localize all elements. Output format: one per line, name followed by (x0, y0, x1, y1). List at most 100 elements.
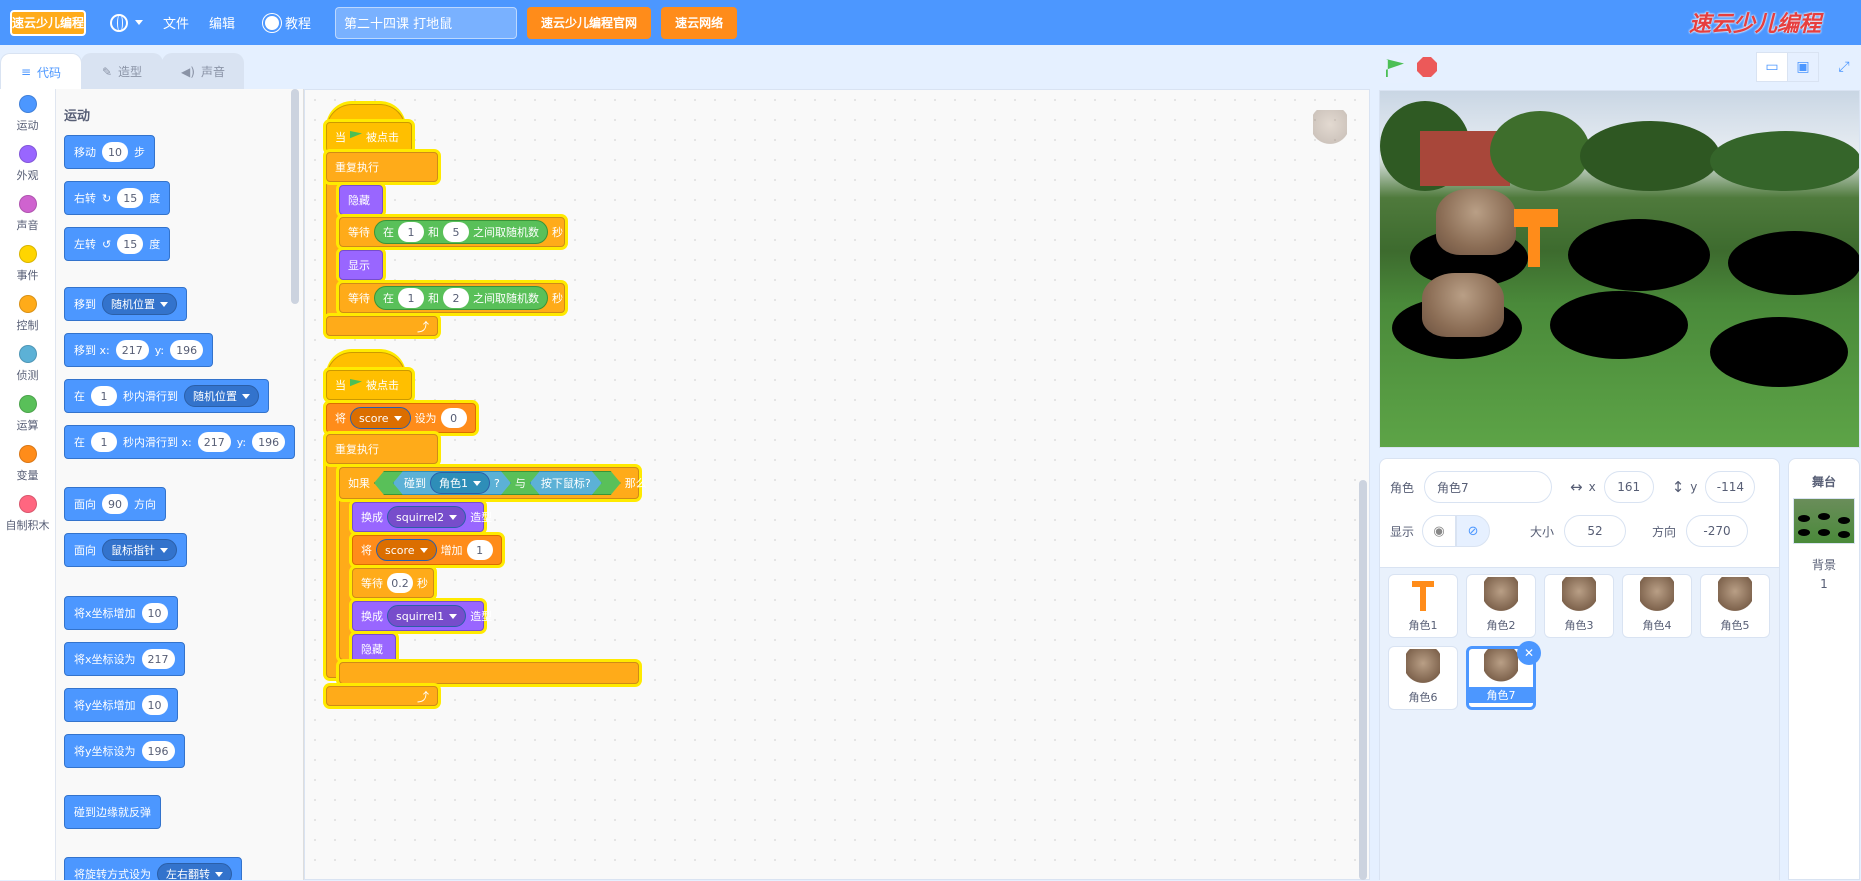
wait-random-block-1[interactable]: 等待在 1 和 5 之间取随机数秒 (339, 217, 565, 247)
forever-block-2[interactable]: 重复执行 (326, 434, 438, 464)
rotation-style-block[interactable]: 将旋转方式设为 左右翻转 (64, 857, 242, 880)
point-towards-block[interactable]: 面向 鼠标指针 (64, 533, 187, 567)
block-input[interactable]: 0.2 (387, 573, 413, 593)
category-variables[interactable]: 变量 (0, 439, 55, 489)
set-variable-block[interactable]: 将 score 设为 0 (326, 403, 476, 433)
block-input[interactable]: 10 (102, 142, 128, 162)
tab-costumes[interactable]: ✎ 造型 (81, 53, 163, 89)
random-operator[interactable]: 在 1 和 2 之间取随机数 (374, 286, 548, 310)
x-input[interactable]: 161 (1603, 471, 1654, 503)
goto-xy-block[interactable]: 移到 x: 217 y: 196 (64, 333, 214, 367)
tutorials-menu[interactable]: 教程 (255, 0, 321, 45)
wait-block[interactable]: 等待 0.2 秒 (352, 568, 434, 598)
random-operator[interactable]: 在 1 和 5 之间取随机数 (374, 220, 548, 244)
block-input[interactable]: 217 (115, 340, 149, 360)
block-input[interactable]: 1 (91, 386, 117, 406)
project-title-input[interactable]: 第二十四课 打地鼠 (335, 6, 518, 39)
squirrel-sprite[interactable] (1436, 189, 1516, 255)
wait-random-block-2[interactable]: 等待在 1 和 2 之间取随机数秒 (339, 283, 565, 313)
block-dropdown[interactable]: 随机位置 (102, 293, 177, 315)
move-steps-block[interactable]: 移动 10 步 (64, 135, 155, 169)
large-stage-button[interactable]: ▣ (1787, 52, 1819, 82)
block-input[interactable]: 10 (141, 603, 168, 623)
glide-block[interactable]: 在 1 秒内滑行到 随机位置 (64, 379, 269, 413)
category-my-blocks[interactable]: 自制积木 (0, 489, 55, 539)
block-input[interactable]: 1 (398, 288, 424, 308)
file-menu[interactable]: 文件 (153, 0, 199, 45)
point-direction-block[interactable]: 面向 90 方向 (64, 487, 166, 521)
block-input[interactable]: 90 (102, 494, 128, 514)
category-sound[interactable]: 声音 (0, 189, 55, 239)
when-flag-clicked-block[interactable]: 当 被点击 (326, 122, 412, 152)
fullscreen-button[interactable]: ⤢ (1828, 52, 1860, 82)
hide-block-2[interactable]: 隐藏 (352, 634, 396, 664)
code-workspace[interactable]: 当被点击 重复执行 隐藏 等待在 1 和 5 之间取随机数秒 显示 等待在 1 和 2 之间取随… (304, 89, 1370, 880)
set-x-block[interactable]: 将x坐标设为 217 (64, 642, 185, 676)
palette-scrollbar[interactable] (291, 89, 299, 304)
variable-dropdown[interactable]: score (376, 539, 437, 561)
sprite-tile[interactable]: 角色1 (1388, 574, 1458, 638)
show-hidden-toggle[interactable]: ⊘ (1456, 515, 1491, 547)
when-flag-clicked-block-2[interactable]: 当 被点击 (326, 370, 412, 400)
official-site-button[interactable]: 速云少儿编程官网 (527, 6, 652, 39)
glide-xy-block[interactable]: 在 1 秒内滑行到 x: 217 y: 196 (64, 425, 296, 459)
sprite-tile-selected[interactable]: 角色7 ✕ (1466, 641, 1541, 710)
bounce-block[interactable]: 碰到边缘就反弹 (64, 795, 161, 829)
hide-block[interactable]: 隐藏 (339, 185, 383, 215)
edit-menu[interactable]: 编辑 (199, 0, 245, 45)
block-input[interactable]: 1 (466, 540, 493, 560)
category-sensing[interactable]: 侦测 (0, 339, 55, 389)
touching-sprite-sensor[interactable]: 碰到 角色1? (393, 471, 511, 495)
size-input[interactable]: 52 (1564, 515, 1627, 547)
block-input[interactable]: 15 (117, 234, 144, 254)
block-input[interactable]: 10 (141, 695, 168, 715)
forever-block[interactable]: 重复执行 (326, 152, 438, 182)
direction-input[interactable]: -270 (1686, 515, 1749, 547)
and-operator[interactable]: 碰到 角色1? 与按下鼠标? (374, 471, 621, 495)
change-variable-block[interactable]: 将 score 增加 1 (352, 535, 502, 565)
change-y-block[interactable]: 将y坐标增加 10 (64, 688, 178, 722)
category-control[interactable]: 控制 (0, 289, 55, 339)
tab-code[interactable]: ≡ 代码 (0, 53, 82, 90)
sprite-tile[interactable]: 角色6 (1388, 646, 1458, 710)
category-looks[interactable]: 外观 (0, 139, 55, 189)
turn-right-block[interactable]: 右转 ↻ 15 度 (64, 181, 171, 215)
turn-left-block[interactable]: 左转 ↺ 15 度 (64, 227, 171, 261)
block-input[interactable]: 15 (117, 188, 144, 208)
stage-canvas[interactable] (1379, 90, 1860, 448)
sprite-name-input[interactable]: 角色7 (1424, 471, 1553, 503)
backdrop-thumbnail[interactable] (1793, 498, 1855, 544)
y-input[interactable]: -114 (1705, 471, 1756, 503)
workspace-scrollbar[interactable] (1359, 480, 1367, 880)
costume-dropdown[interactable]: squirrel2 (387, 506, 467, 528)
switch-costume-block-2[interactable]: 换成 squirrel1 造型 (352, 601, 492, 631)
if-then-block[interactable]: 如果 碰到 角色1? 与按下鼠标? 那么 (339, 467, 647, 499)
block-input[interactable]: 196 (141, 741, 175, 761)
block-input[interactable]: 1 (91, 432, 117, 452)
block-input[interactable]: 217 (197, 432, 231, 452)
category-motion[interactable]: 运动 (0, 89, 55, 139)
block-dropdown[interactable]: 鼠标指针 (102, 539, 177, 561)
block-input[interactable]: 5 (443, 222, 469, 242)
block-dropdown[interactable]: 左右翻转 (157, 863, 232, 880)
change-x-block[interactable]: 将x坐标增加 10 (64, 596, 178, 630)
block-input[interactable]: 217 (141, 649, 175, 669)
stage-selector[interactable]: 舞台 背景 1 (1788, 458, 1860, 880)
goto-block[interactable]: 移到 随机位置 (64, 287, 187, 321)
block-input[interactable]: 2 (443, 288, 469, 308)
trash-icon[interactable]: ✕ (1517, 641, 1541, 665)
sprite-tile[interactable]: 角色5 (1700, 574, 1770, 638)
green-flag-button[interactable] (1380, 53, 1410, 83)
category-events[interactable]: 事件 (0, 239, 55, 289)
switch-costume-block-1[interactable]: 换成 squirrel2 造型 (352, 502, 492, 532)
sprite-tile[interactable]: 角色3 (1544, 574, 1614, 638)
block-input[interactable]: 1 (398, 222, 424, 242)
mouse-down-sensor[interactable]: 按下鼠标? (530, 471, 602, 495)
stop-button[interactable] (1417, 57, 1437, 77)
tab-sounds[interactable]: ◀) 声音 (162, 53, 244, 89)
variable-dropdown[interactable]: score (350, 407, 411, 429)
show-visible-toggle[interactable]: ◉ (1422, 515, 1457, 547)
logo[interactable]: 速云少儿编程 (10, 9, 86, 36)
set-y-block[interactable]: 将y坐标设为 196 (64, 734, 185, 768)
block-dropdown[interactable]: 随机位置 (184, 385, 259, 407)
